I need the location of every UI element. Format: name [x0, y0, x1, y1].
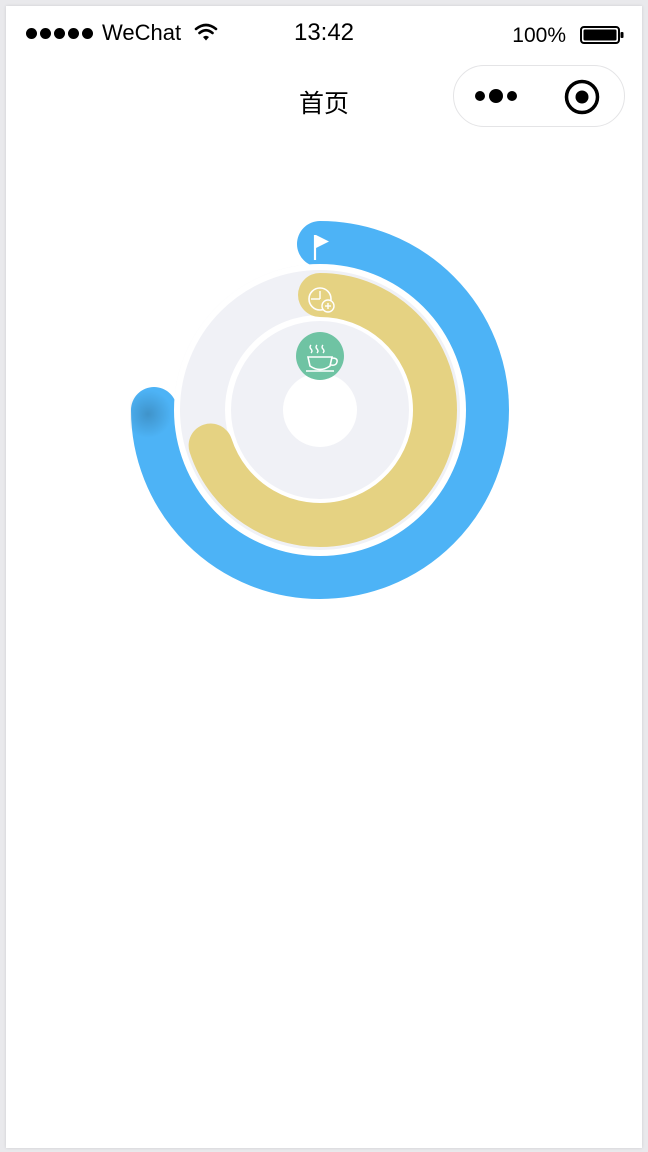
close-miniprogram-icon[interactable] [564, 79, 600, 115]
phone-screen: WeChat 13:42 100% 首页 [6, 6, 642, 1148]
ring-center [283, 373, 357, 447]
more-options-icon[interactable] [474, 86, 520, 106]
battery-icon [580, 26, 624, 44]
battery-percentage: 100% [512, 24, 566, 47]
activity-ring [130, 220, 510, 600]
coffee-cup-icon [296, 332, 344, 380]
mini-program-capsule [453, 65, 625, 127]
status-bar: WeChat 13:42 100% [6, 6, 642, 62]
